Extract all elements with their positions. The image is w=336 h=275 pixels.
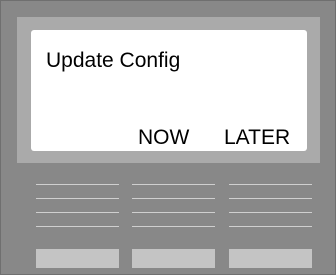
grille-line xyxy=(229,212,312,213)
hardware-button-center[interactable] xyxy=(132,249,215,268)
hardware-button-right[interactable] xyxy=(229,249,312,268)
device-panel: Update Config NOW LATER xyxy=(0,0,336,275)
grille-line xyxy=(132,212,215,213)
grille-line xyxy=(36,184,119,185)
grille-line xyxy=(36,198,119,199)
hardware-button-left[interactable] xyxy=(36,249,119,268)
grille-line xyxy=(229,226,312,227)
display-message: Update Config xyxy=(46,49,181,72)
grille-line xyxy=(132,184,215,185)
display-bezel: Update Config NOW LATER xyxy=(17,17,320,163)
grille-line xyxy=(132,226,215,227)
grille-line xyxy=(36,226,119,227)
display-screen: Update Config NOW LATER xyxy=(31,30,307,151)
grille-line xyxy=(36,212,119,213)
grille-line xyxy=(229,184,312,185)
grille-line xyxy=(229,198,312,199)
softkey-later[interactable]: LATER xyxy=(224,126,290,150)
softkey-now[interactable]: NOW xyxy=(138,126,189,150)
grille-line xyxy=(132,198,215,199)
